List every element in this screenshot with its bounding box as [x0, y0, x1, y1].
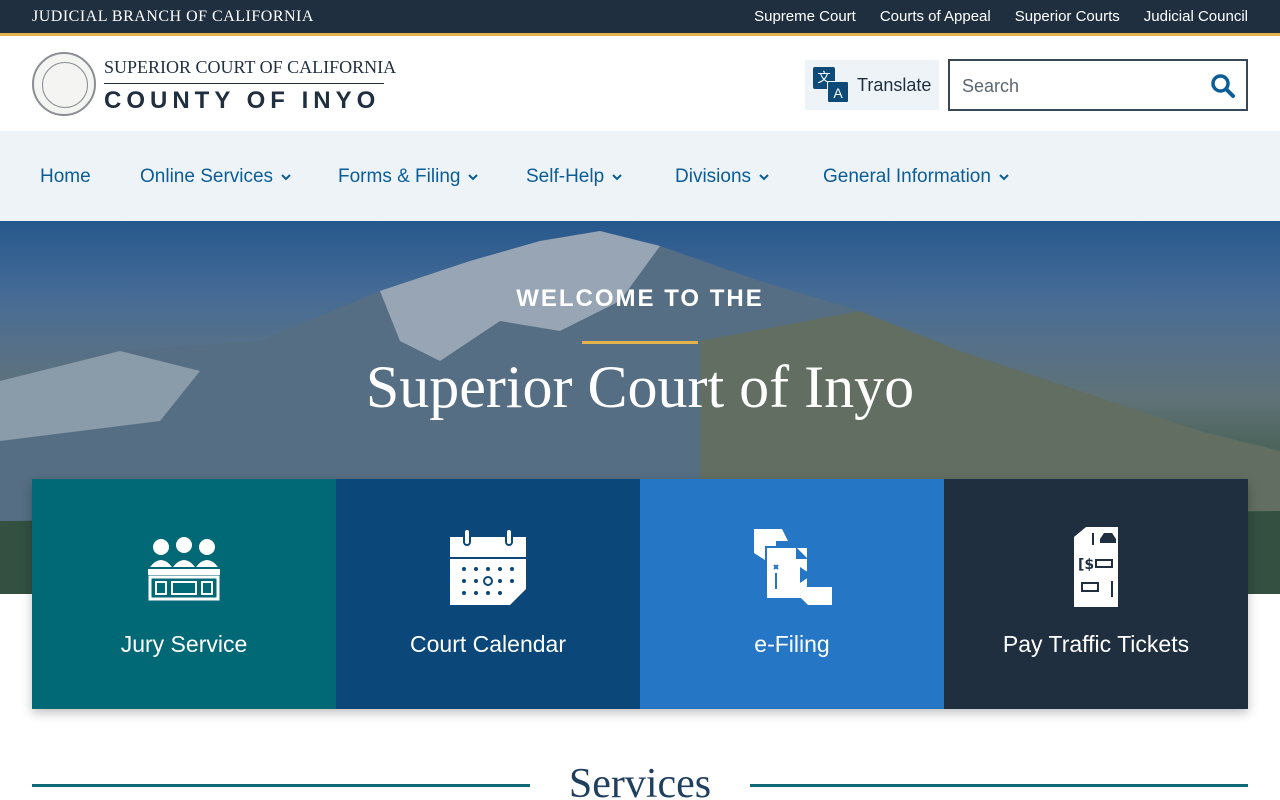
nav-label: General Information — [823, 166, 991, 187]
quick-link-tiles: Jury Service Court Calendar e-Filing [$ … — [32, 479, 1248, 709]
tile-label: e-Filing — [754, 631, 830, 657]
top-link-supreme-court[interactable]: Supreme Court — [754, 8, 856, 25]
services-section: Services — [0, 760, 1280, 800]
nav-label: Forms & Filing — [338, 166, 461, 187]
translate-button[interactable]: 文 A Translate — [805, 60, 939, 110]
nav-label: Online Services — [140, 166, 274, 187]
judicial-branch-label[interactable]: JUDICIAL BRANCH OF CALIFORNIA — [32, 8, 314, 26]
top-link-courts-of-appeal[interactable]: Courts of Appeal — [880, 8, 991, 25]
tile-label: Pay Traffic Tickets — [1002, 631, 1190, 657]
court-name-top[interactable]: SUPERIOR COURT OF CALIFORNIA — [104, 57, 396, 78]
search-input[interactable] — [962, 73, 1202, 99]
chevron-down-icon — [999, 174, 1009, 181]
nav-label: Divisions — [675, 166, 752, 187]
nav-item-forms-filing[interactable]: Forms & Filing — [338, 166, 479, 188]
jury-icon — [148, 537, 220, 601]
nav-item-home[interactable]: Home — [40, 166, 91, 188]
site-header: SUPERIOR COURT OF CALIFORNIA COUNTY OF I… — [0, 39, 1280, 131]
nav-label: Self-Help — [526, 166, 605, 187]
tile-jury-service[interactable]: Jury Service — [32, 479, 336, 709]
translate-label: Translate — [857, 74, 932, 95]
hero-title: Superior Court of Inyo — [365, 354, 915, 420]
tile-label: Jury Service — [120, 631, 248, 657]
nav-label: Home — [40, 166, 91, 187]
chevron-down-icon — [612, 174, 622, 181]
main-nav: Home Online Services Forms & Filing Self… — [0, 131, 1280, 221]
services-heading: Services — [568, 761, 712, 800]
search-icon[interactable] — [1210, 73, 1236, 99]
hero-gold-divider — [582, 341, 698, 344]
nav-item-general-information[interactable]: General Information — [823, 166, 1009, 188]
efiling-icon — [754, 529, 832, 605]
calendar-icon — [450, 528, 526, 605]
ticket-icon: [$ — [1074, 527, 1118, 607]
nav-item-divisions[interactable]: Divisions — [675, 166, 769, 188]
chevron-down-icon — [468, 174, 479, 181]
tile-e-filing[interactable]: e-Filing — [640, 479, 944, 709]
top-link-superior-courts[interactable]: Superior Courts — [1015, 8, 1120, 25]
chevron-down-icon — [759, 174, 769, 181]
svg-text:[$: [$ — [1078, 557, 1094, 573]
court-name-divider — [104, 83, 384, 84]
tile-pay-traffic-tickets[interactable]: [$ Pay Traffic Tickets — [944, 479, 1248, 709]
translate-icon: 文 A — [813, 67, 849, 103]
hero-welcome-text: WELCOME TO THE — [516, 285, 764, 312]
top-link-judicial-council[interactable]: Judicial Council — [1144, 8, 1248, 25]
nav-item-self-help[interactable]: Self-Help — [526, 166, 622, 188]
chevron-down-icon — [281, 174, 291, 181]
top-bar: JUDICIAL BRANCH OF CALIFORNIA Supreme Co… — [0, 0, 1280, 36]
tile-label: Court Calendar — [410, 631, 566, 657]
court-seal-logo[interactable] — [32, 52, 96, 116]
search-box — [948, 59, 1248, 111]
court-name-bottom[interactable]: COUNTY OF INYO — [104, 87, 380, 115]
tile-court-calendar[interactable]: Court Calendar — [336, 479, 640, 709]
nav-item-online-services[interactable]: Online Services — [140, 166, 291, 188]
top-links: Supreme Court Courts of Appeal Superior … — [754, 8, 1248, 25]
